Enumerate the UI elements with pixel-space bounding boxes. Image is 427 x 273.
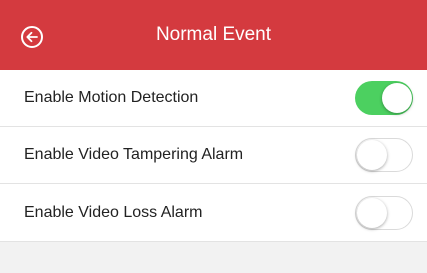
setting-row-motion-detection: Enable Motion Detection [0, 70, 427, 127]
settings-list: Enable Motion Detection Enable Video Tam… [0, 70, 427, 242]
toggle-knob [357, 140, 387, 170]
setting-row-video-loss: Enable Video Loss Alarm [0, 184, 427, 242]
setting-label: Enable Video Loss Alarm [24, 203, 203, 221]
setting-row-video-tampering: Enable Video Tampering Alarm [0, 127, 427, 184]
toggle-knob [382, 83, 412, 113]
setting-label: Enable Video Tampering Alarm [24, 146, 244, 163]
video-tampering-toggle[interactable] [355, 138, 413, 172]
header-bar: Normal Event [0, 0, 427, 70]
page-title: Normal Event [155, 24, 272, 45]
video-loss-toggle[interactable] [355, 195, 413, 230]
toggle-knob [357, 197, 387, 228]
motion-detection-toggle[interactable] [355, 81, 413, 115]
setting-label: Enable Motion Detection [24, 89, 199, 106]
